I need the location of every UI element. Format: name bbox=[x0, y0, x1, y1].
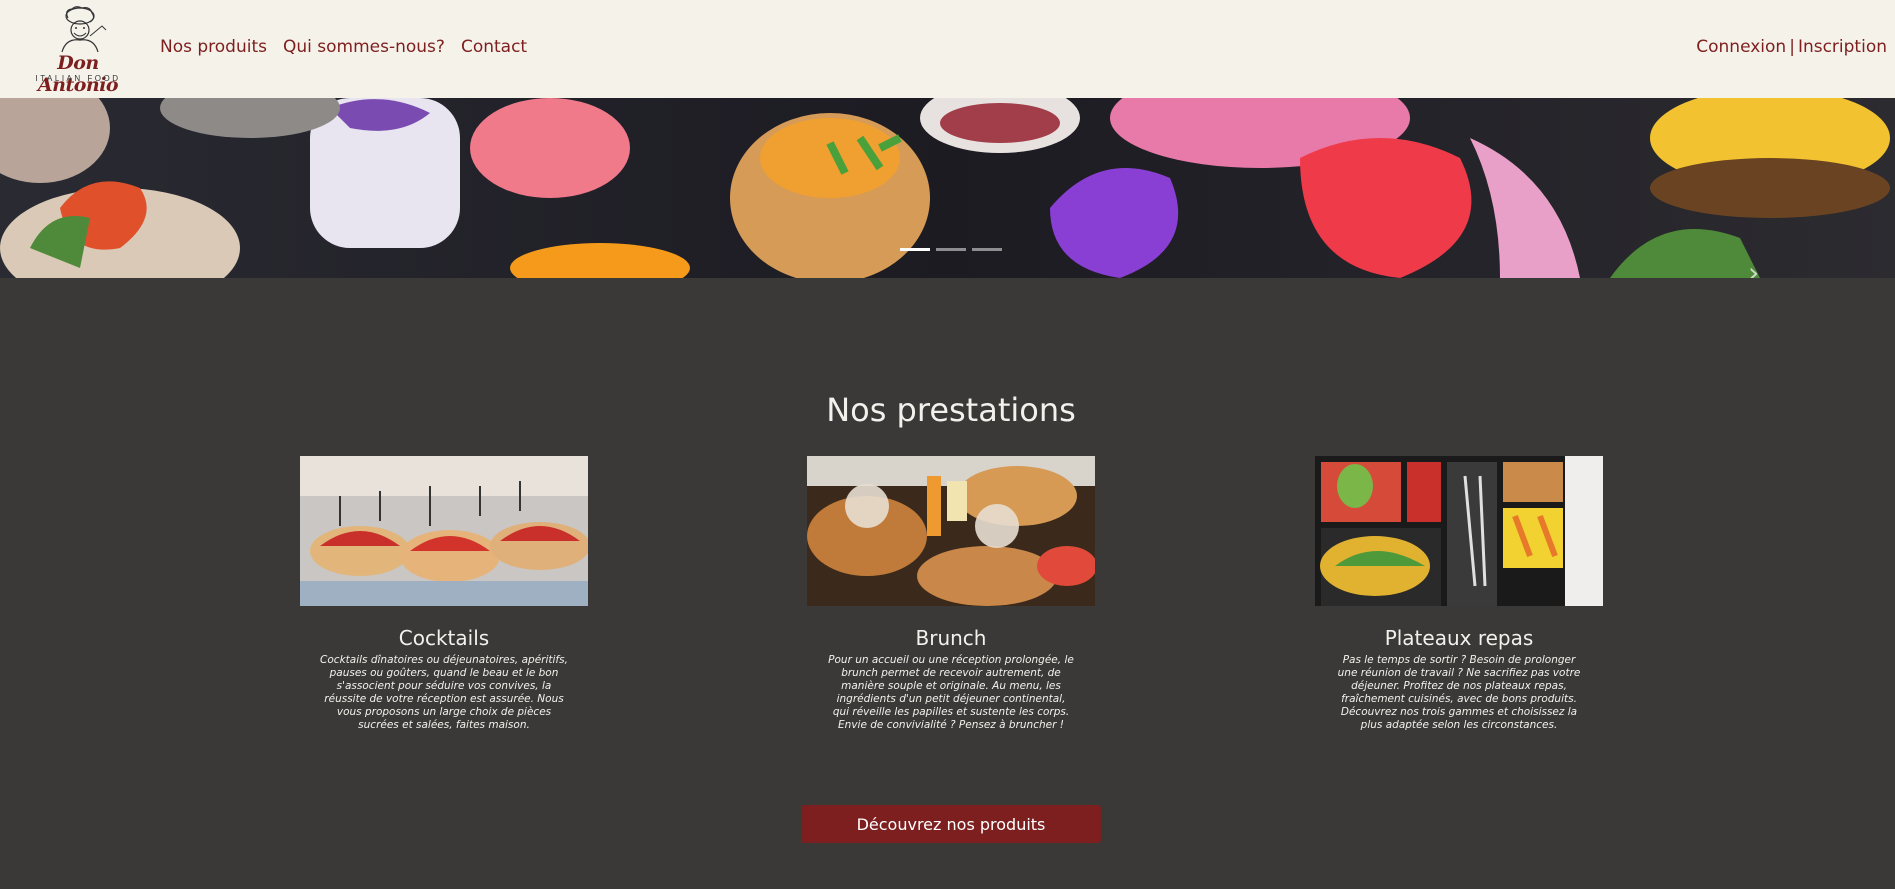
discover-products-button[interactable]: Découvrez nos produits bbox=[801, 805, 1101, 843]
card-cocktails[interactable]: Cocktails Cocktails dînatoires ou déjeun… bbox=[300, 456, 588, 732]
chef-illustration-icon bbox=[61, 6, 107, 53]
signup-link[interactable]: Inscription bbox=[1798, 37, 1887, 57]
carousel-next-icon[interactable]: › bbox=[1748, 258, 1772, 279]
card-title-cocktails: Cocktails bbox=[398, 626, 490, 650]
card-brunch[interactable]: Brunch Pour un accueil ou une réception … bbox=[807, 456, 1095, 732]
carousel-indicator-2[interactable] bbox=[936, 248, 966, 251]
nav-link-nos-produits[interactable]: Nos produits bbox=[160, 37, 267, 57]
card-title-brunch: Brunch bbox=[915, 626, 987, 650]
card-text-plateaux-repas: Pas le temps de sortir ? Besoin de prolo… bbox=[1337, 654, 1581, 731]
card-plateaux-repas[interactable]: Plateaux repas Pas le temps de sortir ? … bbox=[1315, 456, 1603, 732]
nav-link-contact[interactable]: Contact bbox=[461, 37, 527, 57]
auth-links: Connexion | Inscription bbox=[1696, 37, 1887, 57]
carousel-indicator-3[interactable] bbox=[972, 248, 1002, 251]
site-header: Don Antonio ITALIAN FOOD Nos produits Qu… bbox=[0, 0, 1895, 98]
section-title: Nos prestations bbox=[826, 390, 1076, 429]
card-text-brunch: Pour un accueil ou une réception prolong… bbox=[828, 654, 1074, 731]
auth-separator: | bbox=[1789, 37, 1795, 57]
card-image-cocktails bbox=[300, 456, 588, 606]
logo[interactable]: Don Antonio ITALIAN FOOD bbox=[24, 6, 132, 96]
hero-carousel[interactable]: › bbox=[0, 98, 1895, 278]
nav-link-qui-sommes-nous[interactable]: Qui sommes-nous? bbox=[283, 37, 445, 57]
main-nav: Nos produits Qui sommes-nous? Contact bbox=[160, 37, 527, 57]
logo-tagline: ITALIAN FOOD bbox=[35, 74, 121, 83]
carousel-indicators bbox=[900, 248, 1002, 251]
carousel-indicator-1[interactable] bbox=[900, 248, 930, 251]
hero-food-image bbox=[0, 98, 1895, 278]
login-link[interactable]: Connexion bbox=[1696, 37, 1786, 57]
card-image-plateaux-repas bbox=[1315, 456, 1603, 606]
card-title-plateaux-repas: Plateaux repas bbox=[1384, 626, 1534, 650]
card-image-brunch bbox=[807, 456, 1095, 606]
card-text-cocktails: Cocktails dînatoires ou déjeunatoires, a… bbox=[320, 654, 568, 731]
